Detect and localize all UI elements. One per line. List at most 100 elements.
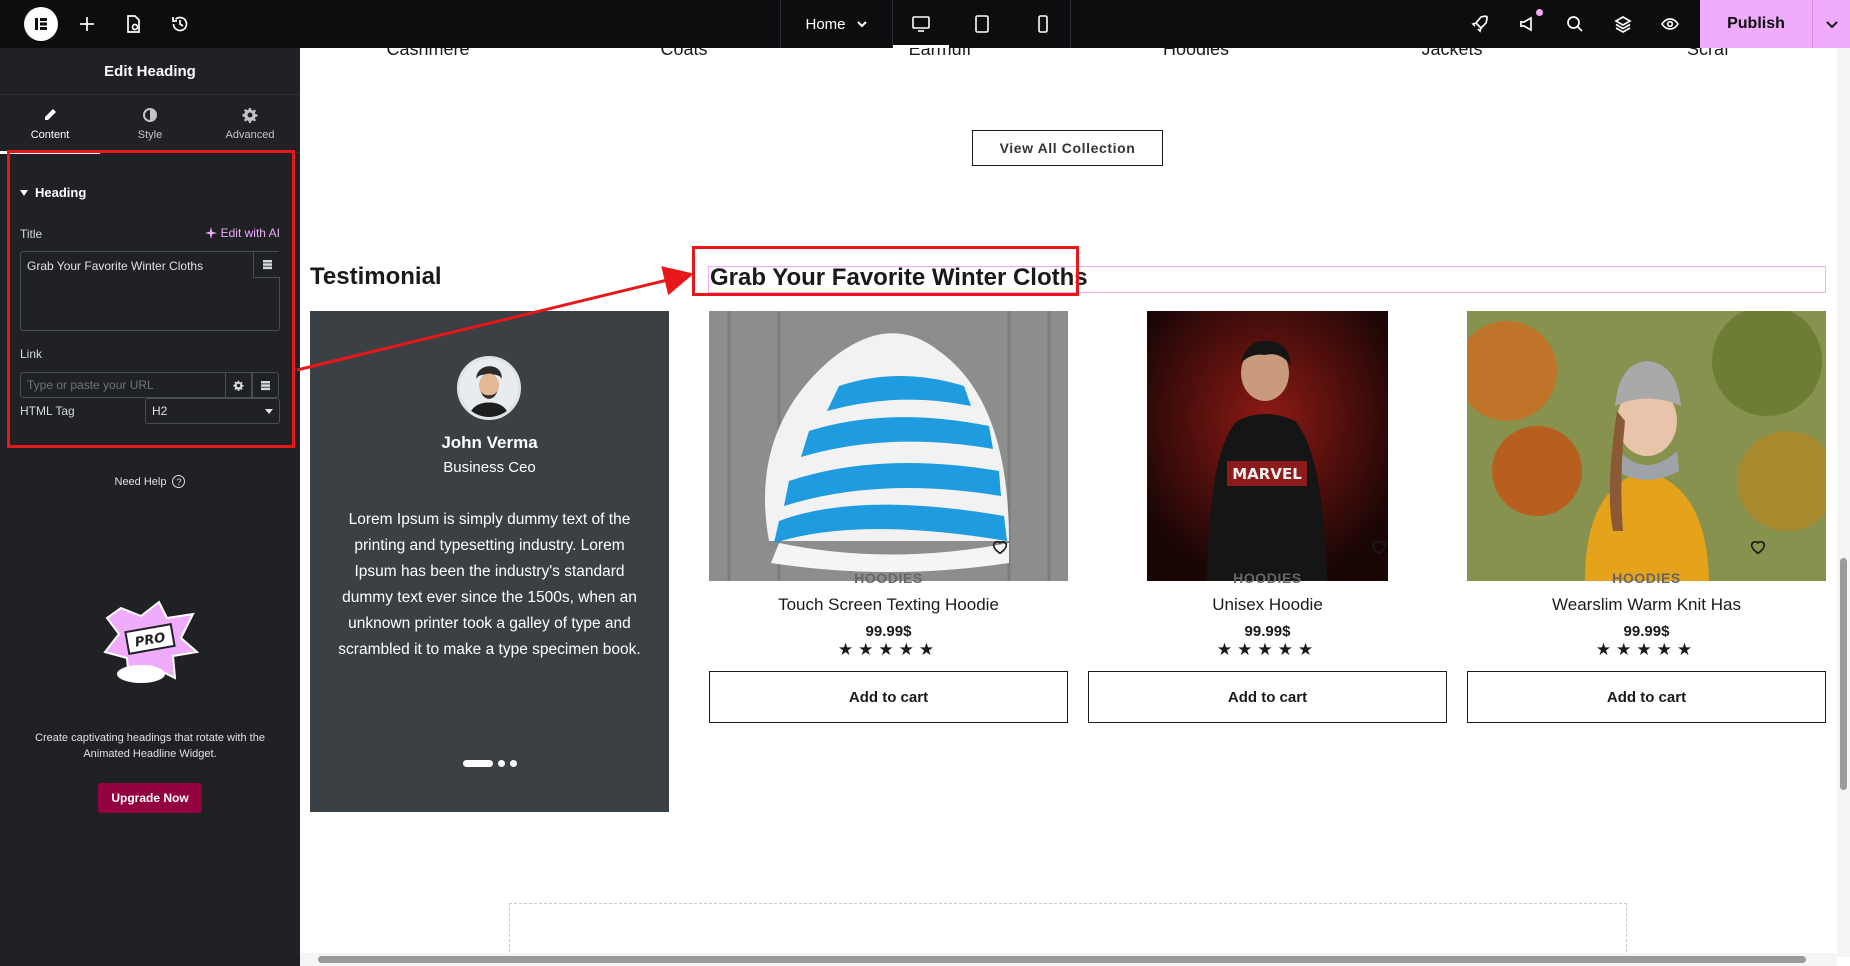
wishlist-heart-icon[interactable] bbox=[991, 538, 1009, 556]
rocket-icon[interactable] bbox=[1468, 12, 1492, 36]
product-rating-stars: ★★★★★ bbox=[1595, 640, 1698, 659]
need-help-label: Need Help bbox=[114, 475, 167, 488]
avatar bbox=[457, 356, 521, 420]
pro-promo-illustration-icon: PRO bbox=[103, 600, 199, 683]
add-to-cart-button[interactable]: Add to cart bbox=[709, 671, 1068, 723]
product-price: 99.99$ bbox=[865, 623, 912, 640]
mobile-icon bbox=[1038, 15, 1048, 33]
gear-icon bbox=[233, 380, 244, 391]
product-category: HOODIES bbox=[1612, 570, 1681, 586]
device-switcher bbox=[893, 0, 1071, 48]
panel-title: Edit Heading bbox=[0, 48, 300, 95]
html-tag-value: H2 bbox=[152, 404, 168, 418]
html-tag-select[interactable]: H2 bbox=[145, 398, 280, 424]
add-to-cart-button[interactable]: Add to cart bbox=[1088, 671, 1447, 723]
product-card: HOODIES Wearslim Warm Knit Has 99.99$ ★★… bbox=[1467, 311, 1826, 731]
scrollbar-thumb[interactable] bbox=[1840, 558, 1847, 790]
chevron-down-icon bbox=[856, 21, 867, 28]
link-label: Link bbox=[20, 347, 43, 361]
page-settings-icon[interactable] bbox=[121, 12, 145, 36]
dynamic-tags-button[interactable] bbox=[253, 252, 280, 278]
product-name[interactable]: Touch Screen Texting Hoodie bbox=[709, 595, 1068, 615]
carousel-dot[interactable] bbox=[462, 760, 493, 767]
tab-content[interactable]: Content bbox=[0, 95, 100, 154]
publish-label: Publish bbox=[1727, 15, 1785, 32]
page-selector[interactable]: Home bbox=[780, 0, 893, 48]
winter-cloths-heading[interactable]: Grab Your Favorite Winter Cloths bbox=[710, 264, 1088, 292]
top-bar: Home Publish bbox=[0, 0, 1850, 48]
view-all-collection-button[interactable]: View All Collection bbox=[972, 130, 1163, 166]
structure-layers-icon[interactable] bbox=[1611, 12, 1635, 36]
carousel-pagination bbox=[310, 760, 669, 767]
product-price: 99.99$ bbox=[1623, 623, 1670, 640]
history-icon[interactable] bbox=[168, 12, 192, 36]
caret-down-icon bbox=[265, 408, 273, 414]
add-to-cart-label: Add to cart bbox=[848, 688, 929, 706]
testimonial-name: John Verma bbox=[441, 433, 538, 452]
question-icon: ? bbox=[172, 475, 186, 488]
need-help-link[interactable]: Need Help ? bbox=[0, 475, 300, 488]
product-price: 99.99$ bbox=[1244, 623, 1291, 640]
testimonial-body: Lorem Ipsum is simply dummy text of the … bbox=[338, 511, 641, 658]
category-label[interactable]: Cashmere bbox=[386, 48, 469, 60]
product-name[interactable]: Unisex Hoodie bbox=[1088, 595, 1447, 615]
edit-with-ai-link[interactable]: Edit with AI bbox=[204, 226, 280, 240]
title-label: Title bbox=[20, 227, 43, 241]
category-label[interactable]: Earmuff bbox=[909, 48, 972, 60]
mobile-view-button[interactable] bbox=[1015, 0, 1071, 48]
upgrade-now-button[interactable]: Upgrade Now bbox=[98, 783, 202, 813]
add-element-icon[interactable] bbox=[75, 12, 99, 36]
testimonial-card: John Verma Business Ceo Lorem Ipsum is s… bbox=[310, 311, 669, 812]
category-label[interactable]: Jackets bbox=[1421, 48, 1482, 60]
category-label[interactable]: Hoodies bbox=[1163, 48, 1229, 60]
carousel-dot[interactable] bbox=[497, 760, 505, 767]
product-image-hoodie[interactable]: MARVEL bbox=[1147, 311, 1388, 581]
title-textarea[interactable]: Grab Your Favorite Winter Cloths bbox=[20, 251, 280, 331]
product-image-knit-hat-woman[interactable] bbox=[1467, 311, 1826, 581]
product-card: MARVEL HOODIES Unisex Hoodie 99.99$ ★★★★… bbox=[1088, 311, 1447, 731]
product-image-knit-hat[interactable] bbox=[709, 311, 1068, 581]
category-label[interactable]: Coats bbox=[660, 48, 707, 60]
testimonial-role: Business Ceo bbox=[443, 459, 536, 476]
page-selector-label: Home bbox=[805, 15, 846, 33]
publish-options-button[interactable] bbox=[1812, 0, 1850, 48]
html-tag-label: HTML Tag bbox=[20, 404, 75, 418]
tab-style-label: Style bbox=[137, 129, 163, 141]
heading-section-toggle[interactable]: Heading bbox=[20, 185, 86, 200]
scrollbar-thumb[interactable] bbox=[318, 956, 1806, 963]
search-icon[interactable] bbox=[1563, 12, 1587, 36]
link-options-button[interactable] bbox=[225, 372, 252, 398]
elementor-logo-icon[interactable] bbox=[24, 7, 58, 41]
horizontal-scrollbar[interactable] bbox=[300, 953, 1837, 966]
wishlist-heart-icon[interactable] bbox=[1749, 538, 1767, 556]
tab-content-label: Content bbox=[30, 129, 70, 141]
upgrade-label: Upgrade Now bbox=[111, 791, 189, 805]
category-label[interactable]: Scraf bbox=[1687, 48, 1729, 60]
announcements-icon[interactable] bbox=[1516, 12, 1540, 36]
product-name[interactable]: Wearslim Warm Knit Has bbox=[1467, 595, 1826, 615]
desktop-icon bbox=[912, 16, 930, 32]
panel-tabs: Content Style Advanced bbox=[0, 95, 300, 154]
desktop-view-button[interactable] bbox=[893, 0, 949, 48]
product-category: HOODIES bbox=[854, 570, 923, 586]
carousel-dot[interactable] bbox=[509, 760, 517, 767]
testimonial-heading: Testimonial bbox=[310, 263, 442, 290]
tab-advanced[interactable]: Advanced bbox=[200, 95, 300, 153]
preview-canvas: Cashmere Coats Earmuff Hoodies Jackets S… bbox=[300, 48, 1850, 966]
svg-text:MARVEL: MARVEL bbox=[1232, 465, 1302, 483]
add-to-cart-button[interactable]: Add to cart bbox=[1467, 671, 1826, 723]
product-category: HOODIES bbox=[1233, 570, 1302, 586]
tablet-view-button[interactable] bbox=[954, 0, 1010, 48]
product-rating-stars: ★★★★★ bbox=[837, 640, 940, 659]
add-to-cart-label: Add to cart bbox=[1606, 688, 1687, 706]
sparkle-icon bbox=[204, 227, 217, 239]
preview-eye-icon[interactable] bbox=[1658, 12, 1682, 36]
link-url-input[interactable] bbox=[20, 372, 226, 398]
add-to-cart-label: Add to cart bbox=[1227, 688, 1308, 706]
wishlist-heart-icon[interactable] bbox=[1370, 538, 1388, 556]
product-card: HOODIES Touch Screen Texting Hoodie 99.9… bbox=[709, 311, 1068, 731]
link-dynamic-tags-button[interactable] bbox=[252, 372, 279, 398]
tab-style[interactable]: Style bbox=[100, 95, 200, 153]
publish-button[interactable]: Publish bbox=[1700, 0, 1812, 48]
vertical-scrollbar[interactable] bbox=[1837, 48, 1850, 957]
